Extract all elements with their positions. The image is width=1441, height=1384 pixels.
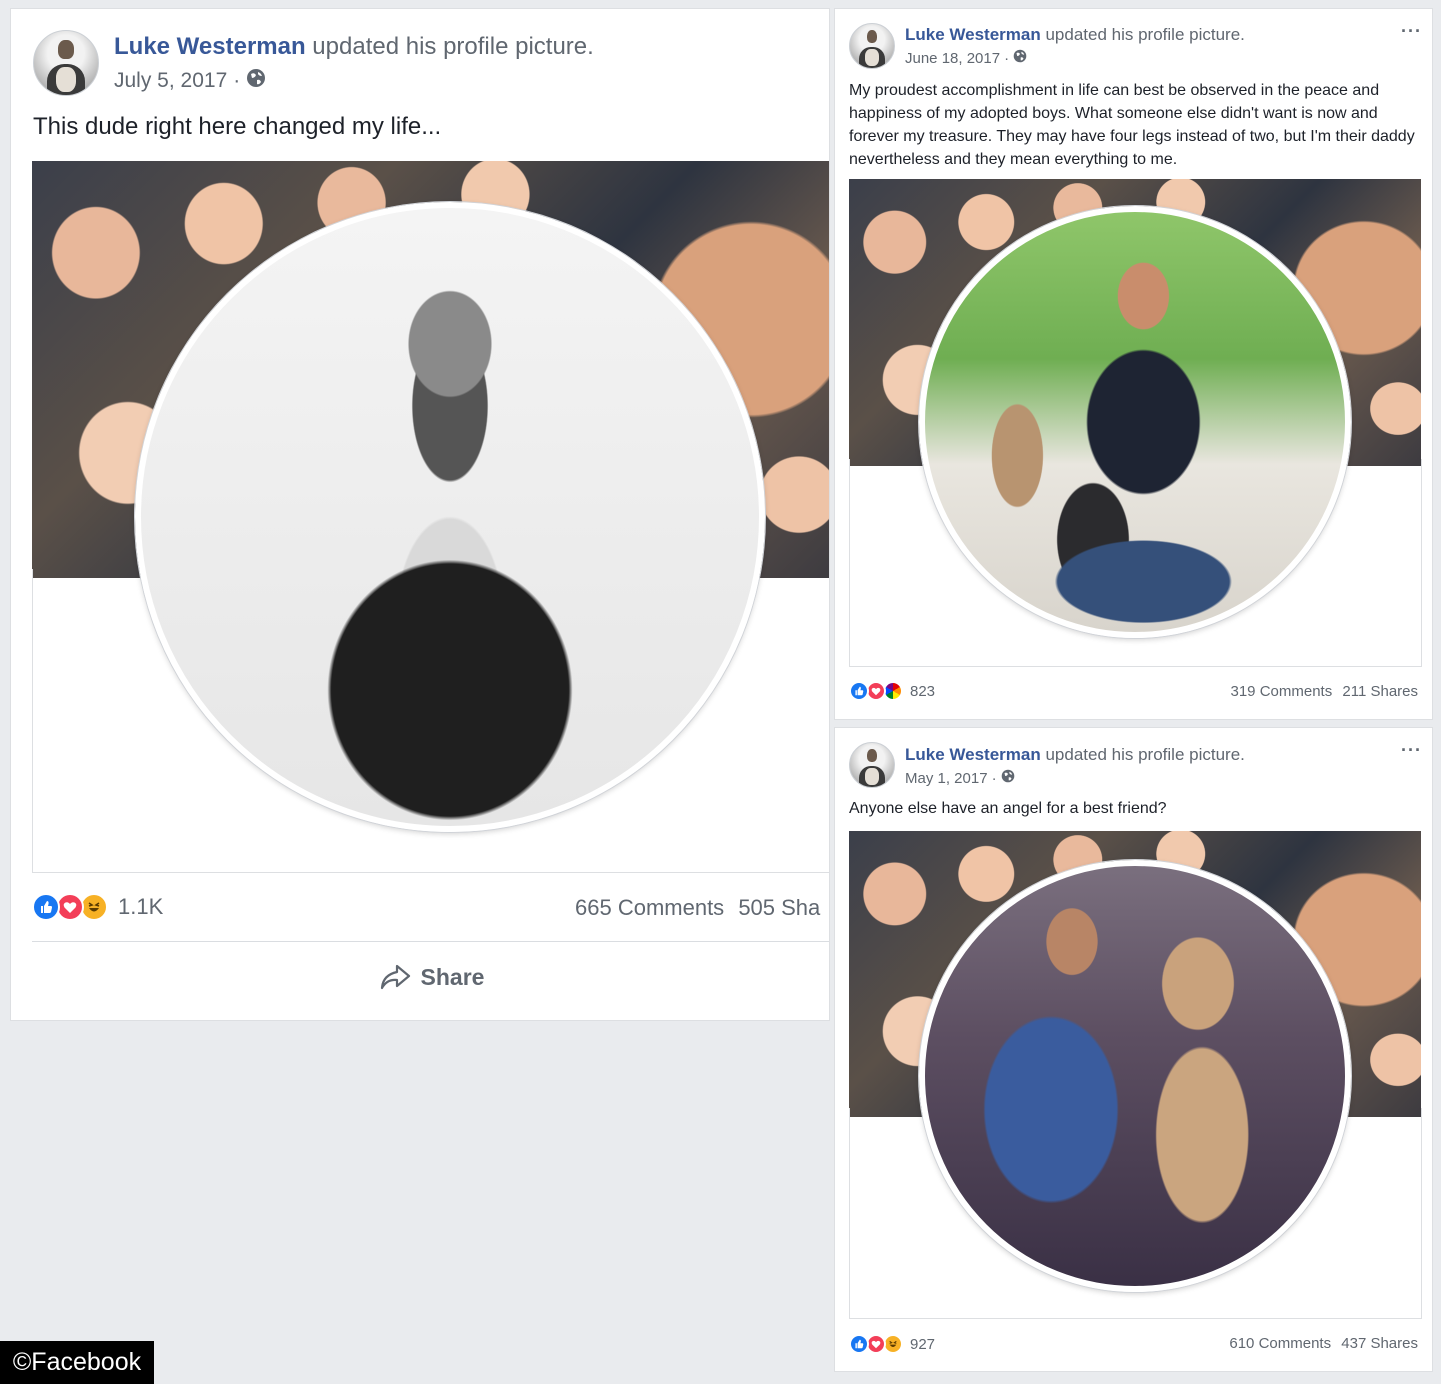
post-action-text: updated his profile picture. bbox=[1045, 745, 1245, 764]
more-options-button[interactable]: ··· bbox=[1401, 21, 1422, 42]
globe-icon[interactable] bbox=[1001, 769, 1015, 787]
like-icon bbox=[849, 1334, 869, 1354]
shares-count-link[interactable]: 437 Shares bbox=[1341, 1335, 1418, 1352]
post-text: My proudest accomplishment in life can b… bbox=[849, 82, 1415, 168]
globe-icon[interactable] bbox=[246, 68, 266, 94]
reaction-count[interactable]: 927 bbox=[910, 1336, 935, 1353]
post-action-text: updated his profile picture. bbox=[312, 33, 594, 60]
shares-count-link[interactable]: 211 Shares bbox=[1342, 683, 1418, 700]
action-divider bbox=[32, 941, 829, 942]
post-action-text: updated his profile picture. bbox=[1045, 25, 1245, 44]
author-avatar[interactable] bbox=[33, 30, 99, 96]
reactions-summary[interactable]: 1.1K bbox=[32, 893, 163, 921]
pride-icon bbox=[883, 681, 903, 701]
globe-icon[interactable] bbox=[1013, 49, 1027, 67]
post-stats: 610 Comments 437 Shares bbox=[1229, 1335, 1418, 1352]
post-card-1: Luke Westerman updated his profile pictu… bbox=[10, 8, 830, 1021]
like-icon bbox=[32, 893, 60, 921]
post-date-link[interactable]: June 18, 2017 bbox=[905, 50, 1000, 67]
post-date-link[interactable]: May 1, 2017 bbox=[905, 770, 988, 787]
love-icon bbox=[866, 681, 886, 701]
share-label: Share bbox=[420, 963, 485, 990]
haha-icon bbox=[883, 1334, 903, 1354]
post-card-2: Luke Westerman updated his profile pictu… bbox=[834, 8, 1433, 720]
profile-photo[interactable] bbox=[919, 206, 1351, 638]
author-name-link[interactable]: Luke Westerman bbox=[905, 25, 1041, 44]
post-date-link[interactable]: July 5, 2017 bbox=[114, 69, 227, 93]
share-icon bbox=[379, 963, 411, 991]
meta-separator: · bbox=[1004, 49, 1010, 67]
reactions-summary[interactable]: 823 bbox=[849, 681, 935, 701]
reaction-count[interactable]: 823 bbox=[910, 683, 935, 700]
author-avatar[interactable] bbox=[849, 23, 895, 69]
comments-count-link[interactable]: 610 Comments bbox=[1229, 1335, 1331, 1352]
post-header: Luke Westerman updated his profile pictu… bbox=[905, 25, 1245, 45]
author-avatar[interactable] bbox=[849, 742, 895, 788]
more-options-button[interactable]: ··· bbox=[1401, 740, 1422, 761]
comments-count-link[interactable]: 665 Comments bbox=[575, 895, 724, 920]
love-icon bbox=[56, 893, 84, 921]
meta-separator: · bbox=[991, 769, 997, 787]
post-text: This dude right here changed my life... bbox=[33, 113, 442, 140]
share-button[interactable]: Share bbox=[32, 954, 829, 1000]
like-icon bbox=[849, 681, 869, 701]
profile-photo[interactable] bbox=[135, 202, 765, 832]
post-meta: May 1, 2017 · bbox=[905, 769, 1015, 787]
post-stats: 665 Comments 505 Sha bbox=[575, 895, 820, 921]
post-meta: June 18, 2017 · bbox=[905, 49, 1027, 67]
reactions-summary[interactable]: 927 bbox=[849, 1334, 935, 1354]
post-text: Anyone else have an angel for a best fri… bbox=[849, 800, 1167, 817]
profile-photo[interactable] bbox=[919, 860, 1351, 1292]
love-icon bbox=[866, 1334, 886, 1354]
comments-count-link[interactable]: 319 Comments bbox=[1231, 683, 1333, 700]
author-name-link[interactable]: Luke Westerman bbox=[905, 745, 1041, 764]
meta-separator: · bbox=[233, 69, 241, 92]
post-header: Luke Westerman updated his profile pictu… bbox=[905, 745, 1245, 765]
author-name-link[interactable]: Luke Westerman bbox=[114, 33, 306, 60]
post-meta: July 5, 2017 · bbox=[114, 68, 266, 94]
post-header: Luke Westerman updated his profile pictu… bbox=[114, 33, 594, 61]
copyright-watermark: ©Facebook bbox=[0, 1341, 154, 1384]
shares-count-link[interactable]: 505 Sha bbox=[738, 895, 820, 920]
post-stats: 319 Comments 211 Shares bbox=[1231, 683, 1419, 700]
reaction-count[interactable]: 1.1K bbox=[118, 894, 163, 920]
post-card-3: Luke Westerman updated his profile pictu… bbox=[834, 727, 1433, 1372]
haha-icon bbox=[80, 893, 108, 921]
